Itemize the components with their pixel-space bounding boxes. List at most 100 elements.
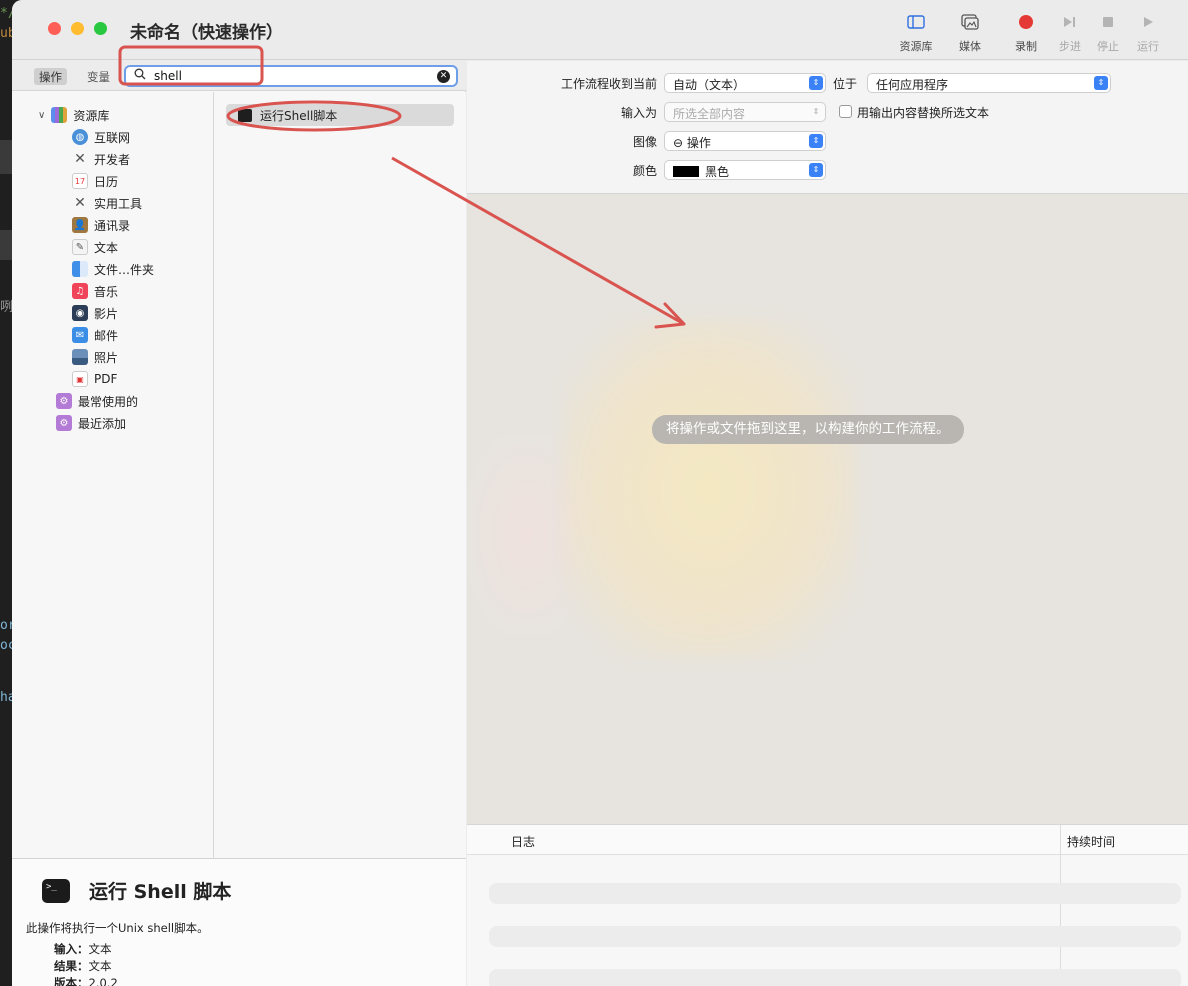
log-header: 日志 持续时间 xyxy=(467,825,1188,855)
window-title: 未命名（快速操作） xyxy=(130,23,283,43)
sidebar-item-music[interactable]: ♫ 音乐 xyxy=(72,280,118,302)
folder-icon: ⚙ xyxy=(56,415,72,431)
description-input: 输入：文本 xyxy=(54,941,112,957)
sidebar-item-label: 照片 xyxy=(94,350,119,365)
library-root-label: 资源库 xyxy=(73,108,110,123)
finder-icon xyxy=(72,261,88,277)
search-field[interactable]: ✕ xyxy=(124,65,458,87)
zoom-button[interactable] xyxy=(94,22,107,35)
terminal-icon: >_ xyxy=(42,879,70,903)
sidebar-item-contacts[interactable]: 👤 通讯录 xyxy=(72,214,130,236)
sidebar-item-utilities[interactable]: ✕ 实用工具 xyxy=(72,192,142,214)
media-icon xyxy=(948,12,992,32)
description-version: 版本：2.0.2 xyxy=(54,975,118,986)
record-toolbar-button[interactable]: 录制 xyxy=(1004,12,1048,54)
calendar-icon: 17 xyxy=(72,173,88,189)
image-popup[interactable]: ⊖ 操作 ⇕ xyxy=(664,131,826,151)
result-label: 运行Shell脚本 xyxy=(260,108,338,123)
color-value: 黑色 xyxy=(705,165,730,179)
version-meta-value: 2.0.2 xyxy=(88,976,118,986)
chevron-down-icon[interactable]: ∨ xyxy=(38,110,45,121)
close-button[interactable] xyxy=(48,22,61,35)
drop-hint: 将操作或文件拖到这里，以构建你的工作流程。 xyxy=(652,415,964,444)
search-input[interactable] xyxy=(154,68,424,84)
chevron-updown-icon: ⇕ xyxy=(809,134,823,148)
description-title: 运行 Shell 脚本 xyxy=(89,881,232,903)
photos-icon xyxy=(72,349,88,365)
log-panel: 日志 持续时间 xyxy=(467,824,1188,986)
sidebar-item-internet[interactable]: ◍ 互联网 xyxy=(72,126,130,148)
sidebar-item-movies[interactable]: ◉ 影片 xyxy=(72,302,118,324)
sidebar-item-most-used[interactable]: ⚙ 最常使用的 xyxy=(56,390,138,412)
description-text: 此操作将执行一个Unix shell脚本。 xyxy=(26,921,209,935)
library-pane: ∨ 资源库 ◍ 互联网 ✕ 开发者 17 日历 ✕ 实用工具 👤 通讯录 ✎ 文… xyxy=(12,92,214,858)
movie-icon: ◉ xyxy=(72,305,88,321)
color-popup[interactable]: 黑色 ⇕ xyxy=(664,160,826,180)
library-label: 资源库 xyxy=(899,40,933,53)
replace-output-label: 用输出内容替换所选文本 xyxy=(857,106,990,120)
description-pane: >_ 运行 Shell 脚本 此操作将执行一个Unix shell脚本。 输入：… xyxy=(12,858,466,986)
sidebar-item-label: 互联网 xyxy=(94,130,131,145)
sidebar-item-label: 文件…件夹 xyxy=(94,262,155,277)
library-root[interactable]: ∨ 资源库 xyxy=(38,104,109,126)
log-row xyxy=(489,926,1181,947)
play-icon xyxy=(1126,12,1170,32)
sidebar-item-files-folders[interactable]: 文件…件夹 xyxy=(72,258,154,280)
sidebar-icon xyxy=(894,12,938,32)
input-meta-value: 文本 xyxy=(88,942,112,956)
run-label: 运行 xyxy=(1137,40,1159,53)
sidebar-item-label: 文本 xyxy=(94,240,119,255)
input-is-label: 输入为 xyxy=(620,106,657,120)
tab-variables[interactable]: 变量 xyxy=(82,68,115,85)
application-popup[interactable]: 任何应用程序 ⇕ xyxy=(867,73,1111,93)
application-value: 任何应用程序 xyxy=(876,78,949,92)
title-bar: 未命名（快速操作） 资源库 媒体 录制 步进 停止 运行 xyxy=(12,0,1188,60)
tab-actions[interactable]: 操作 xyxy=(34,68,67,85)
log-column-header[interactable]: 日志 xyxy=(511,833,535,850)
terminal-icon xyxy=(238,108,252,122)
stop-toolbar-button[interactable]: 停止 xyxy=(1086,12,1130,54)
sidebar-item-label: PDF xyxy=(94,372,118,386)
workflow-panel: 工作流程收到当前 自动（文本） ⇕ 位于 任何应用程序 ⇕ 输入为 所选全部内容… xyxy=(467,61,1188,986)
sidebar-item-recently-added[interactable]: ⚙ 最近添加 xyxy=(56,412,126,434)
left-panel: 操作 变量 ✕ ∨ 资源库 ◍ 互联网 ✕ 开发者 xyxy=(12,61,466,986)
media-toolbar-button[interactable]: 媒体 xyxy=(948,12,992,54)
receives-value: 自动（文本） xyxy=(673,78,746,92)
sidebar-item-mail[interactable]: ✉ 邮件 xyxy=(72,324,118,346)
search-icon xyxy=(134,68,146,83)
sidebar-item-label: 开发者 xyxy=(94,152,131,167)
result-item-run-shell-script[interactable]: 运行Shell脚本 xyxy=(226,104,454,126)
sidebar-item-text[interactable]: ✎ 文本 xyxy=(72,236,118,258)
results-pane: 运行Shell脚本 xyxy=(214,92,466,858)
receives-popup[interactable]: 自动（文本） ⇕ xyxy=(664,73,826,93)
result-meta-value: 文本 xyxy=(88,959,112,973)
sidebar-item-label: 日历 xyxy=(94,174,119,189)
workflow-canvas[interactable]: 将操作或文件拖到这里，以构建你的工作流程。 xyxy=(467,194,1188,824)
chevron-updown-icon: ⇕ xyxy=(809,163,823,177)
library-toolbar-button[interactable]: 资源库 xyxy=(894,12,938,54)
chevron-updown-icon: ⇕ xyxy=(809,76,823,90)
result-meta-label: 结果： xyxy=(54,959,89,973)
sidebar-item-label: 实用工具 xyxy=(94,196,143,211)
sidebar-item-label: 最常使用的 xyxy=(78,394,139,409)
log-row xyxy=(489,883,1181,904)
color-label: 颜色 xyxy=(632,164,657,178)
duration-column-header[interactable]: 持续时间 xyxy=(1067,833,1115,850)
log-row xyxy=(489,969,1181,986)
sidebar-item-developer[interactable]: ✕ 开发者 xyxy=(72,148,130,170)
utilities-icon: ✕ xyxy=(74,195,86,211)
chevron-updown-icon: ⇕ xyxy=(1094,76,1108,90)
sidebar-item-photos[interactable]: 照片 xyxy=(72,346,118,368)
canvas-glow xyxy=(562,319,857,659)
sidebar-item-calendar[interactable]: 17 日历 xyxy=(72,170,118,192)
sidebar-item-pdf[interactable]: ▣ PDF xyxy=(72,368,117,390)
minimize-button[interactable] xyxy=(71,22,84,35)
run-toolbar-button[interactable]: 运行 xyxy=(1126,12,1170,54)
clear-search-icon[interactable]: ✕ xyxy=(437,70,450,83)
input-is-popup[interactable]: 所选全部内容 ⇕ xyxy=(664,102,826,122)
replace-output-checkbox[interactable] xyxy=(839,105,852,118)
music-icon: ♫ xyxy=(72,283,88,299)
receives-label: 工作流程收到当前 xyxy=(560,77,657,91)
image-label: 图像 xyxy=(632,135,657,149)
pdf-icon: ▣ xyxy=(72,371,88,387)
